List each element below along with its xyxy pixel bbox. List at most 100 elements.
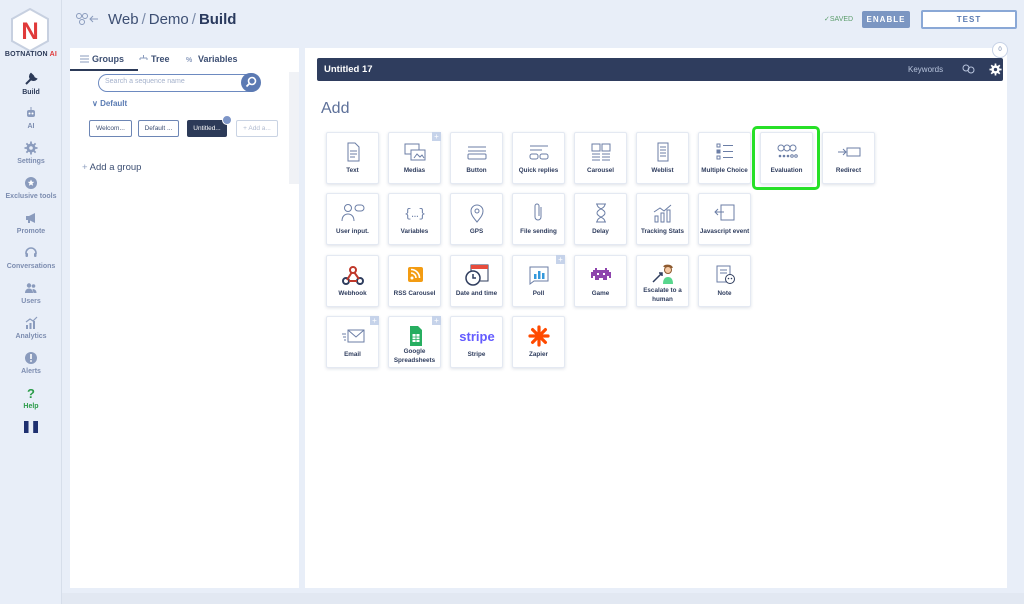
webhook-icon bbox=[341, 266, 364, 285]
block-escalate-to-a-human[interactable]: Escalate to a human bbox=[636, 255, 689, 307]
sequence-untitled[interactable]: Untitled... bbox=[187, 120, 227, 137]
breadcrumb-web[interactable]: Web bbox=[108, 11, 139, 28]
keywords-icon[interactable] bbox=[961, 63, 976, 75]
nav-help[interactable]: ? Help bbox=[0, 386, 62, 410]
block-note[interactable]: Note bbox=[698, 255, 751, 307]
horizontal-scrollbar[interactable] bbox=[62, 593, 1024, 604]
block-user-input[interactable]: User input. bbox=[326, 193, 379, 245]
nav-ai[interactable]: AI bbox=[0, 106, 62, 130]
keywords-label[interactable]: Keywords bbox=[908, 65, 943, 74]
nav-promote[interactable]: Promote bbox=[0, 211, 62, 235]
sequence-welcome[interactable]: Welcom... bbox=[89, 120, 132, 137]
block-stripe[interactable]: stripe Stripe bbox=[450, 316, 503, 368]
active-tab-indicator bbox=[70, 69, 138, 71]
search-icon bbox=[245, 76, 257, 88]
sequence-title[interactable]: Untitled 17 bbox=[324, 64, 373, 75]
panel-scrollbar[interactable] bbox=[289, 72, 299, 184]
plus-icon[interactable]: + bbox=[556, 255, 565, 264]
quick-replies-icon bbox=[529, 145, 548, 160]
block-multiple-choice[interactable]: Multiple Choice bbox=[698, 132, 751, 184]
carousel-icon bbox=[591, 143, 610, 161]
nav-exclusive-tools[interactable]: Exclusive tools bbox=[0, 176, 62, 200]
nav-users[interactable]: Users bbox=[0, 281, 62, 305]
sequence-search[interactable]: Search a sequence name bbox=[98, 73, 261, 92]
google-sheets-icon bbox=[409, 326, 422, 346]
flag-icon[interactable] bbox=[24, 421, 38, 433]
block-rss-carousel[interactable]: RSS Carousel bbox=[388, 255, 441, 307]
nav-settings[interactable]: Settings bbox=[0, 141, 62, 165]
breadcrumb: Web / Demo / Build bbox=[108, 11, 237, 28]
plus-icon[interactable]: + bbox=[370, 316, 379, 325]
tab-groups[interactable]: Groups bbox=[80, 54, 124, 64]
multiple-choice-icon bbox=[716, 143, 733, 160]
svg-text:N: N bbox=[21, 18, 38, 45]
block-date-and-time[interactable]: Date and time bbox=[450, 255, 503, 307]
block-gps[interactable]: GPS bbox=[450, 193, 503, 245]
enable-button[interactable]: ENABLE bbox=[862, 11, 910, 28]
block-google-spreadsheets[interactable]: Google Spreadsheets + bbox=[388, 316, 441, 368]
text-icon bbox=[347, 142, 359, 162]
block-carousel[interactable]: Carousel bbox=[574, 132, 627, 184]
sequence-panel: Groups Tree % Variables Search a sequence… bbox=[70, 48, 299, 588]
svg-text:stripe: stripe bbox=[459, 329, 494, 344]
redirect-icon bbox=[837, 147, 860, 157]
group-default[interactable]: ∨ Default bbox=[92, 99, 127, 108]
sequence-default[interactable]: Default ... bbox=[138, 120, 179, 137]
block-javascript-event[interactable]: Javascript event bbox=[698, 193, 751, 245]
add-sequence-button[interactable]: + Add a... bbox=[236, 120, 278, 137]
top-bar: Web / Demo / Build ✓SAVED ENABLE TEST bbox=[62, 0, 1024, 42]
block-quick-replies[interactable]: Quick replies bbox=[512, 132, 565, 184]
nav-conversations[interactable]: Conversations bbox=[0, 246, 62, 270]
block-poll[interactable]: Poll + bbox=[512, 255, 565, 307]
panel-tabs: Groups Tree % Variables bbox=[70, 48, 299, 71]
block-redirect[interactable]: Redirect bbox=[822, 132, 875, 184]
tree-icon bbox=[139, 55, 148, 60]
space-invader-icon bbox=[590, 268, 611, 280]
users-icon bbox=[25, 283, 37, 293]
tab-tree[interactable]: Tree bbox=[139, 54, 170, 64]
svg-text:%: % bbox=[186, 57, 193, 63]
variables-icon: {…} bbox=[404, 207, 426, 221]
search-button[interactable] bbox=[241, 73, 261, 92]
search-input[interactable]: Search a sequence name bbox=[105, 78, 185, 85]
brand-name: BOTNATION AI bbox=[4, 51, 58, 58]
gear-icon[interactable] bbox=[989, 63, 1002, 76]
rss-icon bbox=[407, 267, 423, 282]
plus-icon[interactable]: + bbox=[432, 316, 441, 325]
block-medias[interactable]: Medias + bbox=[388, 132, 441, 184]
nav-build[interactable]: Build bbox=[0, 72, 62, 96]
megaphone-icon bbox=[26, 213, 35, 223]
block-game[interactable]: Game bbox=[574, 255, 627, 307]
botnation-logo[interactable]: N bbox=[10, 8, 50, 52]
variables-icon: % bbox=[186, 57, 193, 63]
alert-icon bbox=[25, 352, 37, 364]
nav-alerts[interactable]: Alerts bbox=[0, 351, 62, 375]
flow-icon[interactable] bbox=[74, 11, 100, 27]
block-file-sending[interactable]: File sending bbox=[512, 193, 565, 245]
add-heading: Add bbox=[321, 100, 350, 117]
block-variables[interactable]: {…} Variables bbox=[388, 193, 441, 245]
block-weblist[interactable]: Weblist bbox=[636, 132, 689, 184]
block-zapier[interactable]: Zapier bbox=[512, 316, 565, 368]
stripe-logo-icon: stripe bbox=[459, 329, 494, 344]
user-input-icon bbox=[341, 204, 364, 222]
block-tracking-stats[interactable]: Tracking Stats bbox=[636, 193, 689, 245]
counter-badge[interactable]: 0 bbox=[992, 42, 1008, 58]
breadcrumb-demo[interactable]: Demo bbox=[149, 11, 189, 28]
block-button[interactable]: Button bbox=[450, 132, 503, 184]
block-email[interactable]: Email + bbox=[326, 316, 379, 368]
escalate-human-icon bbox=[651, 264, 673, 284]
tab-variables[interactable]: % Variables bbox=[186, 54, 238, 64]
wrench-icon bbox=[25, 72, 38, 85]
chevron-down-icon: ∨ bbox=[92, 99, 101, 108]
medias-icon bbox=[404, 143, 425, 161]
calendar-clock-icon bbox=[464, 264, 488, 286]
add-group-button[interactable]: + Add a group bbox=[82, 162, 141, 173]
test-button[interactable]: TEST bbox=[921, 10, 1017, 29]
edit-badge-icon[interactable] bbox=[222, 115, 232, 125]
block-delay[interactable]: Delay bbox=[574, 193, 627, 245]
nav-analytics[interactable]: Analytics bbox=[0, 316, 62, 340]
block-text[interactable]: Text bbox=[326, 132, 379, 184]
block-webhook[interactable]: Webhook bbox=[326, 255, 379, 307]
plus-icon[interactable]: + bbox=[432, 132, 441, 141]
